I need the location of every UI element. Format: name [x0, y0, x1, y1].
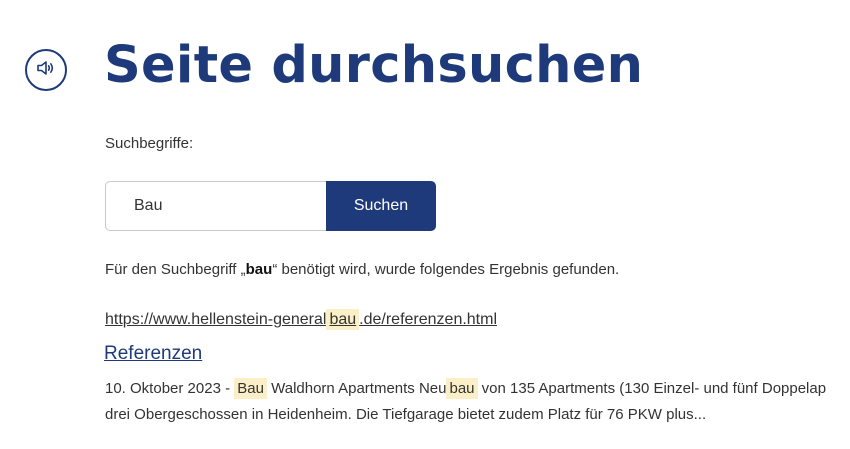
snippet-date: 10. Oktober 2023 - — [105, 380, 235, 397]
read-aloud-button[interactable] — [25, 49, 67, 91]
result-url-link[interactable]: https://www.hellenstein-general bau .de/re… — [105, 309, 498, 330]
url-highlight: bau — [326, 309, 360, 330]
search-form: Suchen — [105, 181, 436, 231]
snippet-highlight-2: bau — [446, 378, 478, 399]
snippet-text-end: von 135 Apartments (130 Einzel- und fünf… — [477, 380, 827, 397]
summary-term: bau — [245, 261, 273, 278]
search-label: Suchbegriffe: — [105, 135, 194, 152]
search-button[interactable]: Suchen — [326, 181, 436, 231]
search-input[interactable] — [105, 181, 326, 231]
page-title: Seite durchsuchen — [104, 36, 644, 95]
snippet-highlight: Bau — [234, 378, 267, 399]
result-summary: Für den Suchbegriff „bau“ benötigt wird,… — [105, 261, 619, 278]
result-snippet: 10. Oktober 2023 - Bau Waldhorn Apartmen… — [105, 376, 850, 428]
url-part-end: .de/referenzen.html — [359, 311, 498, 328]
url-part: https://www.hellenstein-general — [105, 311, 327, 328]
summary-prefix: Für den Suchbegriff „ — [105, 261, 246, 278]
speaker-icon — [36, 59, 56, 82]
summary-suffix: “ benötigt wird, wurde folgendes Ergebni… — [272, 261, 620, 278]
result-title-link[interactable]: Referenzen — [104, 343, 202, 365]
snippet-text: Waldhorn Apartments Neu — [266, 380, 447, 397]
snippet-line-2: drei Obergeschossen in Heidenheim. Die T… — [105, 406, 707, 423]
